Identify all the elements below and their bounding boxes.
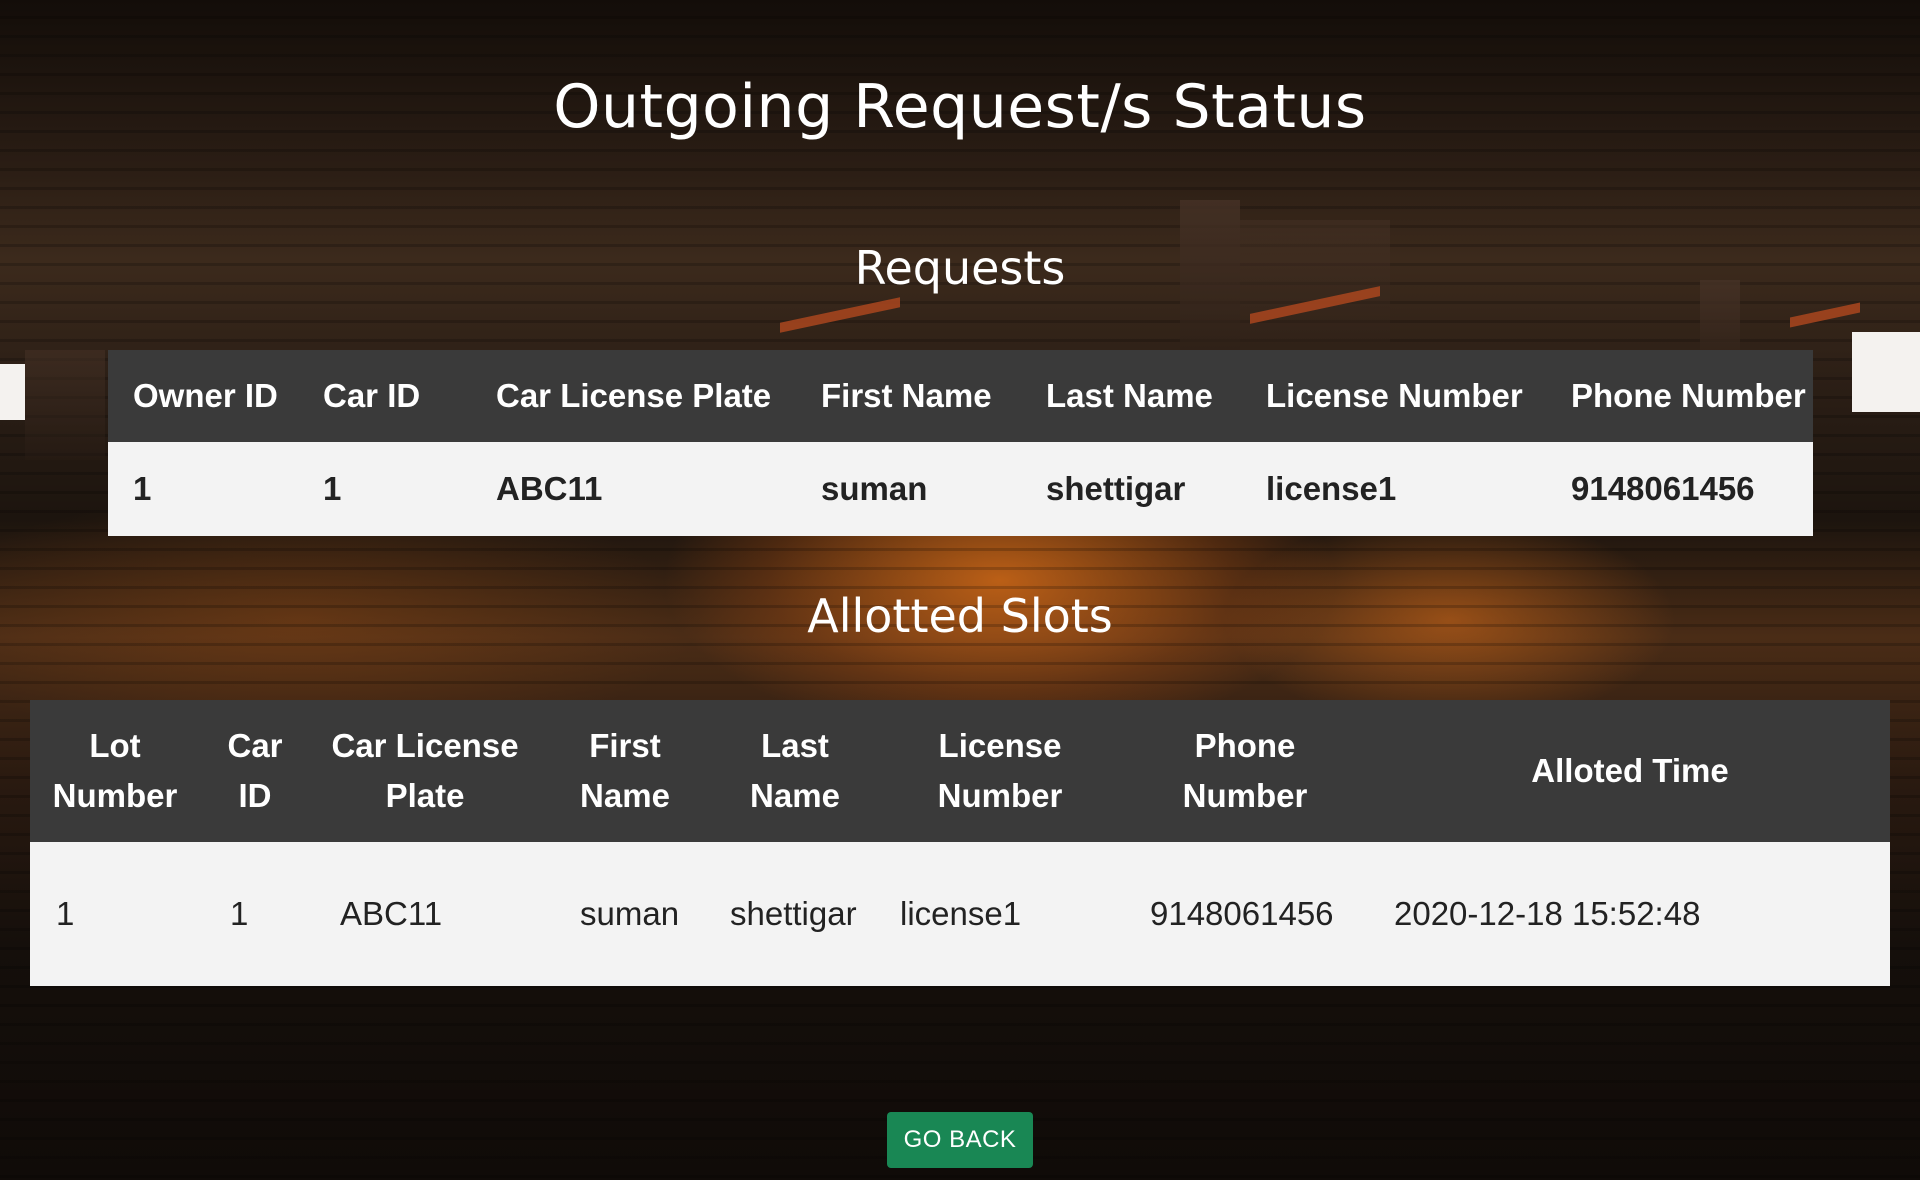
header-car-id: Car ID [298,350,471,442]
header-last-name: Last Name [1021,350,1241,442]
allotted-slots-table: Lot Number Car ID Car License Plate Firs… [30,700,1890,986]
header-license-number: License Number [880,700,1120,842]
cell-first-name: suman [796,442,1021,536]
requests-section-title: Requests [854,241,1066,295]
cell-license-number: license1 [1241,442,1546,536]
header-phone-number: Phone Number [1546,350,1813,442]
cell-car-license-plate: ABC11 [310,842,540,986]
header-phone-number: Phone Number [1120,700,1370,842]
header-car-id: Car ID [200,700,310,842]
header-alloted-time: Alloted Time [1370,700,1890,842]
header-car-license-plate: Car License Plate [310,700,540,842]
cell-car-license-plate: ABC11 [471,442,796,536]
cell-last-name: shettigar [710,842,880,986]
cell-alloted-time: 2020-12-18 15:52:48 [1370,842,1890,986]
allotted-section-title: Allotted Slots [807,589,1113,643]
cell-lot-number: 1 [30,842,200,986]
table-row: 1 1 ABC11 suman shettigar license1 91480… [108,442,1813,536]
allotted-header-row: Lot Number Car ID Car License Plate Firs… [30,700,1890,842]
cell-car-id: 1 [298,442,471,536]
requests-header-row: Owner ID Car ID Car License Plate First … [108,350,1813,442]
header-first-name: First Name [796,350,1021,442]
cell-phone-number: 9148061456 [1120,842,1370,986]
cell-phone-number: 9148061456 [1546,442,1813,536]
header-owner-id: Owner ID [108,350,298,442]
header-last-name: Last Name [710,700,880,842]
header-license-number: License Number [1241,350,1546,442]
table-row: 1 1 ABC11 suman shettigar license1 91480… [30,842,1890,986]
cell-car-id: 1 [200,842,310,986]
go-back-button[interactable]: GO BACK [887,1112,1033,1168]
header-car-license-plate: Car License Plate [471,350,796,442]
header-first-name: First Name [540,700,710,842]
cell-last-name: shettigar [1021,442,1241,536]
page-title: Outgoing Request/s Status [553,72,1367,142]
requests-table: Owner ID Car ID Car License Plate First … [108,350,1813,536]
cell-owner-id: 1 [108,442,298,536]
header-lot-number: Lot Number [30,700,200,842]
cell-license-number: license1 [880,842,1120,986]
cell-first-name: suman [540,842,710,986]
